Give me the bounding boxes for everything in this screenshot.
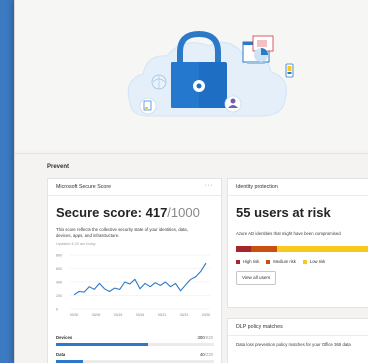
risk-segment-high-risk: [236, 246, 251, 252]
legend-label: Low risk: [309, 259, 326, 264]
risk-segment-low-risk: [277, 246, 368, 252]
risk-segment-medium-risk: [250, 246, 278, 252]
legend-label: High risk: [243, 259, 260, 264]
x-tick-label: 03/15: [114, 313, 123, 317]
users-at-risk-count: 55 users at risk: [236, 205, 331, 220]
secure-score-value: Secure score: 417/1000: [56, 205, 200, 220]
x-tick-label: 03/06: [92, 313, 101, 317]
y-tick-label: 800: [56, 253, 62, 257]
laptop-icon: [242, 35, 274, 64]
y-tick-label: 0: [56, 307, 58, 311]
metric-label-data: Data: [56, 352, 66, 357]
risk-distribution-bar: [236, 246, 368, 252]
document-icon: [139, 97, 157, 115]
legend-label: Medium risk: [273, 259, 296, 264]
user-icon: [224, 95, 242, 113]
metric-label-devices: Devices: [56, 335, 73, 340]
phone-icon: [285, 63, 294, 78]
updated-timestamp: Updated 4:20 am today: [56, 242, 96, 246]
legend-swatch: [302, 259, 307, 264]
hero-banner: [15, 0, 368, 150]
dlp-description: Data loss prevention policy matches for …: [236, 342, 351, 347]
x-tick-label: 03/30: [70, 313, 79, 317]
view-all-users-button[interactable]: View all users: [236, 271, 277, 285]
legend-item: Low risk: [302, 259, 326, 264]
metric-max: /520: [204, 335, 213, 340]
x-tick-label: 03/30: [202, 313, 211, 317]
card-header: Identity protection ···: [228, 179, 368, 196]
card-title: Identity protection: [236, 184, 278, 190]
card-header: Microsoft Secure Score ···: [48, 179, 221, 196]
y-tick-label: 400: [56, 280, 62, 284]
card-title: DLP policy matches: [236, 324, 283, 330]
more-options-button[interactable]: ···: [205, 182, 214, 189]
legend-item: Medium risk: [266, 259, 296, 264]
x-tick-label: 03/21: [158, 313, 167, 317]
score-series-line: [73, 262, 207, 296]
card-title: Microsoft Secure Score: [56, 184, 112, 190]
score-label: Secure score: 417: [56, 205, 168, 220]
score-description: This score reflects the collective secur…: [56, 227, 188, 238]
metric-value-devices: 300/520: [197, 335, 213, 340]
legend-item: High risk: [236, 259, 259, 264]
y-tick-label: 600: [56, 267, 62, 271]
metric-value: 300: [197, 335, 205, 340]
score-total: /1000: [167, 205, 200, 220]
identity-protection-card: Identity protection ··· 55 users at risk…: [227, 178, 368, 308]
legend-swatch: [266, 259, 271, 264]
devices-progress-fill: [56, 343, 148, 346]
devices-progress-track: [56, 343, 214, 346]
risk-description: Azure AD identities that might have been…: [236, 231, 341, 236]
globe-icon: [151, 74, 167, 90]
security-center-window: Prevent Microsoft Secure Score ··· Secur…: [14, 0, 368, 363]
hero-divider: [15, 153, 368, 154]
metric-max: /230: [204, 352, 213, 357]
secure-score-card: Microsoft Secure Score ··· Secure score:…: [47, 178, 222, 363]
section-title: Prevent: [47, 164, 70, 170]
metric-value-data: 40/230: [200, 352, 213, 357]
legend-swatch: [236, 259, 240, 264]
card-header: DLP policy matches ···: [228, 319, 368, 336]
x-tick-label: 03/16: [136, 313, 145, 317]
dlp-policy-card: DLP policy matches ··· Data loss prevent…: [227, 318, 368, 363]
x-tick-label: 03/24: [180, 313, 189, 317]
hero-illustration: [127, 30, 294, 117]
risk-legend: High risk Medium risk Low risk: [236, 259, 325, 264]
score-line-chart: 800 600 400 200 0 03/30 03/06 03/15 03/16 03/21 03…: [56, 253, 211, 317]
y-tick-label: 200: [56, 294, 62, 298]
